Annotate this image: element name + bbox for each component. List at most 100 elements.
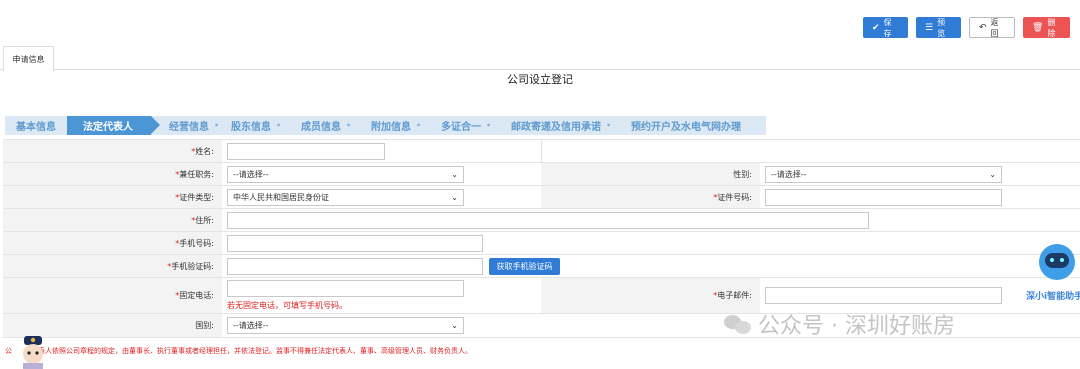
nationality-cell: --请选择-- ⌄	[222, 314, 541, 337]
id-type-cell: 中华人民共和国居民身份证 ⌄	[222, 186, 541, 208]
tab-application-info[interactable]: 申请信息	[3, 46, 54, 71]
legal-rep-notice: 公 表人依照公司章程的规定，由董事长、执行董事或者经理担任，并依法登记。监事不得兼…	[5, 346, 472, 356]
gender-label: 性别:	[541, 163, 760, 185]
preview-label: 预览	[937, 17, 946, 38]
id-number-input[interactable]	[765, 188, 1002, 206]
wechat-icon	[724, 313, 752, 335]
label-text: 姓名:	[195, 146, 214, 156]
step-legal-representative[interactable]: 法定代表人	[67, 116, 160, 135]
list-icon: ☰	[925, 22, 934, 33]
address-input[interactable]	[227, 211, 869, 229]
landline-cell: 若无固定电话，可填写手机号码。	[222, 278, 541, 313]
chevron-down-icon: ⌄	[451, 192, 458, 202]
select-value: --请选择--	[233, 169, 269, 179]
watermark-text: 公众号 · 深圳好账房	[758, 314, 955, 339]
gender-select[interactable]: --请选择-- ⌄	[765, 165, 1002, 183]
label-text: 手机验证码:	[171, 261, 214, 271]
step-bank-utilities[interactable]: 预约开户及水电气网办理	[620, 116, 766, 135]
step-label: 预约开户及水电气网办理	[631, 122, 741, 133]
step-separator: •	[606, 121, 612, 130]
step-additional-info[interactable]: 附加信息 •	[360, 116, 430, 135]
chevron-down-icon: ⌄	[451, 169, 458, 179]
step-basic-info[interactable]: 基本信息	[5, 116, 67, 135]
step-multi-cert[interactable]: 多证合一 •	[430, 116, 500, 135]
robot-icon	[1039, 244, 1075, 280]
concurrent-post-select[interactable]: --请选择-- ⌄	[227, 165, 464, 183]
step-separator: •	[346, 121, 352, 130]
post-label: * 兼任职务:	[3, 163, 222, 185]
chevron-down-icon: ⌄	[451, 321, 458, 330]
label-text: 兼任职务:	[179, 169, 214, 179]
back-label: 返回	[990, 17, 999, 38]
officer-mascot-icon	[23, 336, 43, 369]
id-number-label: * 证件号码:	[541, 186, 760, 208]
mobile-cell	[222, 232, 1080, 254]
name-input[interactable]	[227, 142, 385, 160]
step-label: 股东信息	[231, 122, 271, 133]
notice-fragment: 公	[5, 347, 12, 355]
email-input[interactable]	[765, 287, 1002, 304]
post-cell: --请选择-- ⌄	[222, 163, 541, 185]
mobile-label: * 手机号码:	[3, 232, 222, 254]
step-label: 成员信息	[301, 122, 341, 133]
step-member-info[interactable]: 成员信息 •	[290, 116, 360, 135]
name-cell	[222, 140, 541, 162]
save-button[interactable]: ✔ 保存	[863, 17, 908, 38]
sms-code-cell: 获取手机验证码	[222, 255, 1080, 277]
toolbar: ✔ 保存 ☰ 预览 ↶ 返回 🗑 删除	[863, 17, 1070, 38]
form-row-post-gender: * 兼任职务: --请选择-- ⌄ 性别: --请选择-- ⌄	[3, 163, 1080, 186]
assistant-label[interactable]: 深小i智能助手	[1026, 289, 1080, 302]
check-icon: ✔	[872, 22, 880, 33]
step-separator: •	[416, 121, 422, 130]
address-label: * 住所:	[3, 209, 222, 231]
step-label: 多证合一	[441, 122, 481, 133]
delete-button[interactable]: 🗑 删除	[1023, 17, 1070, 38]
id-type-select[interactable]: 中华人民共和国居民身份证 ⌄	[227, 188, 464, 206]
form-row-sms: * 手机验证码: 获取手机验证码	[3, 255, 1080, 278]
sms-code-label: * 手机验证码:	[3, 255, 222, 277]
delete-label: 删除	[1047, 17, 1056, 38]
tab-bar: 申请信息	[0, 44, 1080, 71]
step-separator: •	[276, 121, 282, 130]
step-postal-credit[interactable]: 邮政寄递及信用承诺 •	[500, 116, 620, 135]
label-text: 手机号码:	[179, 238, 214, 248]
select-value: 中华人民共和国居民身份证	[233, 192, 329, 202]
select-value: --请选择--	[771, 169, 807, 179]
label-text: 性别:	[733, 169, 752, 179]
empty-cell	[541, 140, 1080, 162]
label-text: 证件号码:	[717, 192, 752, 202]
chevron-down-icon: ⌄	[989, 169, 996, 179]
nationality-select[interactable]: --请选择-- ⌄	[227, 317, 464, 334]
step-separator: •	[486, 121, 492, 130]
landline-hint: 若无固定电话，可填写手机号码。	[227, 301, 347, 310]
get-sms-code-button[interactable]: 获取手机验证码	[489, 257, 560, 275]
smart-assistant-widget[interactable]	[1037, 244, 1077, 280]
mobile-input[interactable]	[227, 234, 483, 252]
id-number-cell	[760, 186, 1080, 208]
label-text: 国别:	[195, 321, 214, 330]
address-cell	[222, 209, 1080, 231]
name-label: * 姓名:	[3, 140, 222, 162]
watermark: 公众号 · 深圳好账房	[724, 308, 955, 340]
landline-label: * 固定电话:	[3, 278, 222, 313]
form-row-name: * 姓名:	[3, 140, 1080, 163]
step-separator: •	[214, 121, 220, 130]
step-label: 法定代表人	[83, 122, 133, 133]
return-arrow-icon: ↶	[979, 22, 987, 33]
sms-code-input[interactable]	[227, 257, 483, 275]
step-label: 附加信息	[371, 122, 411, 133]
step-business-info[interactable]: 经营信息 •	[151, 116, 220, 135]
label-text: 电子邮件:	[717, 291, 752, 300]
page-title: 公司设立登记	[507, 73, 573, 86]
trash-icon: 🗑	[1032, 22, 1044, 33]
landline-input[interactable]	[227, 280, 464, 297]
preview-button[interactable]: ☰ 预览	[916, 17, 961, 38]
form-row-id: * 证件类型: 中华人民共和国居民身份证 ⌄ * 证件号码:	[3, 186, 1080, 209]
robot-eye	[1050, 258, 1054, 262]
step-label: 邮政寄递及信用承诺	[511, 122, 601, 133]
step-shareholder-info[interactable]: 股东信息 •	[220, 116, 290, 135]
label-text: 住所:	[195, 215, 214, 225]
bubble-small	[735, 321, 751, 334]
id-type-label: * 证件类型:	[3, 186, 222, 208]
back-button[interactable]: ↶ 返回	[969, 17, 1015, 38]
